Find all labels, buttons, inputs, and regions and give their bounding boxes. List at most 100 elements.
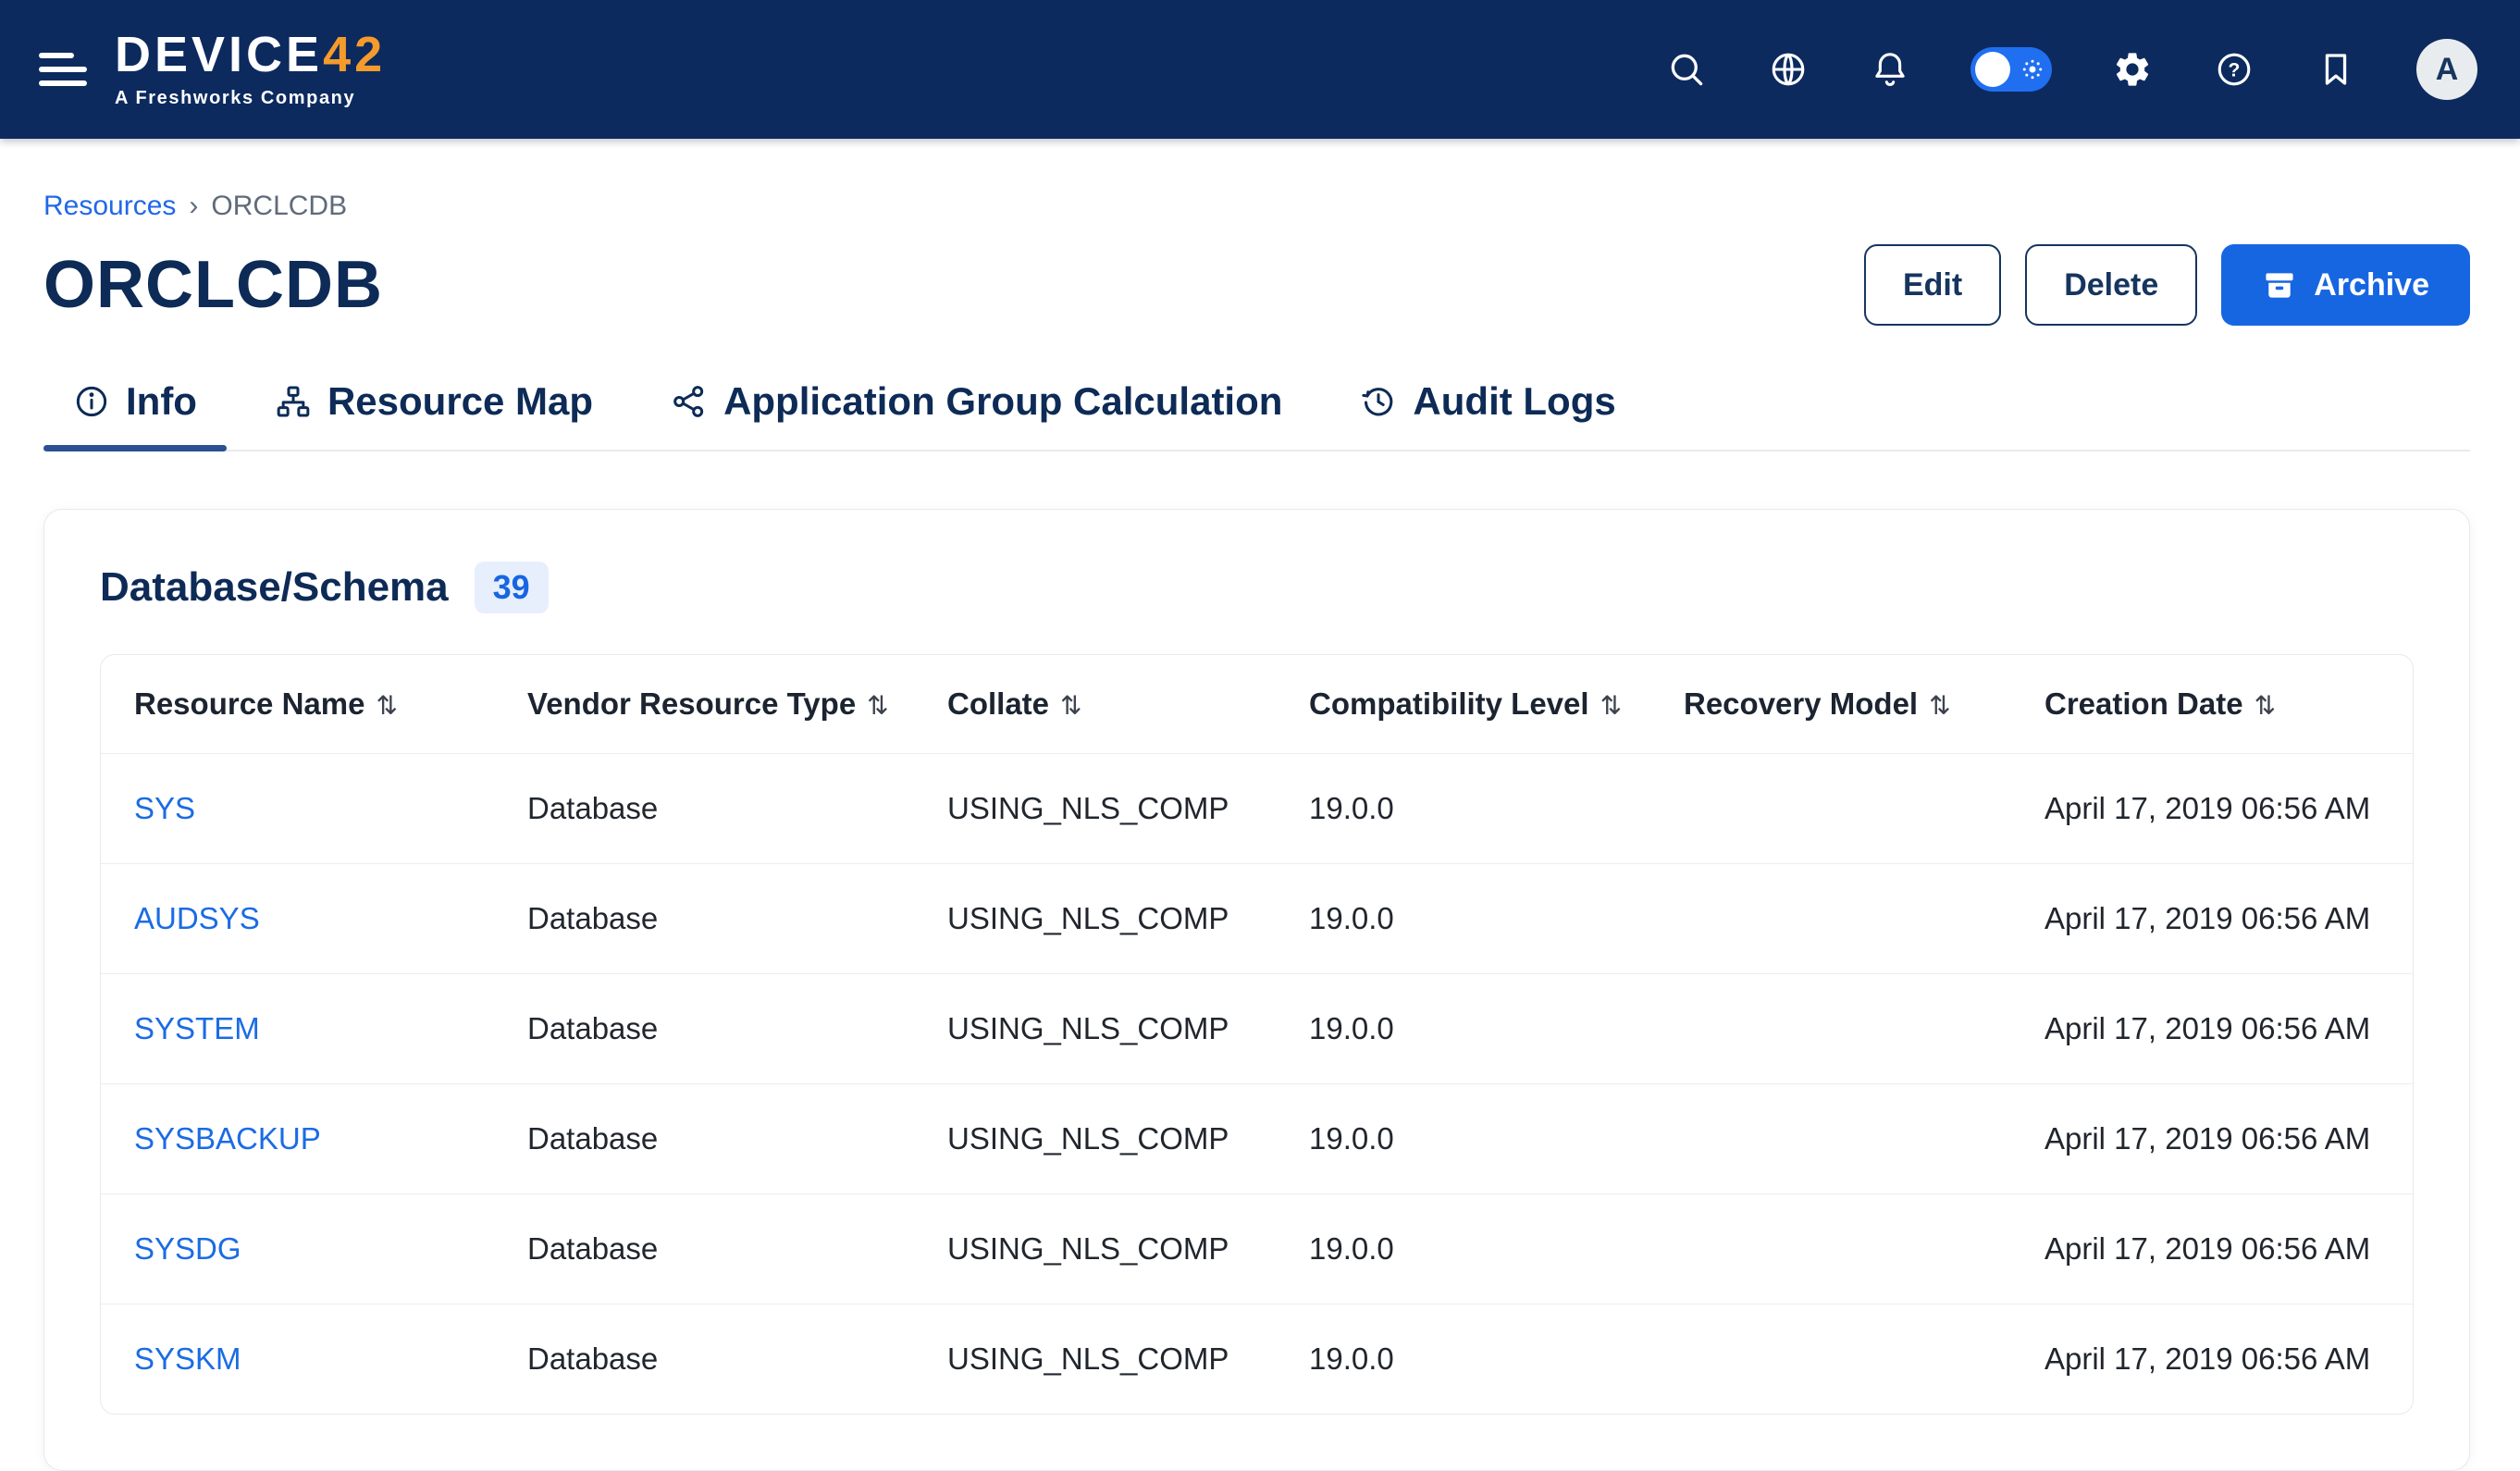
breadcrumb-current: ORCLCDB	[211, 191, 347, 222]
table-cell: USING_NLS_COMP	[914, 863, 1276, 973]
column-label: Collate	[947, 686, 1049, 721]
tab-info-label: Info	[126, 379, 197, 424]
sort-icon[interactable]: ⇅	[376, 691, 397, 720]
column-header[interactable]: Creation Date⇅	[2011, 655, 2413, 754]
cell-resource-name: SYSDG	[101, 1193, 494, 1304]
table-row: SYSBACKUPDatabaseUSING_NLS_COMP19.0.0Apr…	[101, 1083, 2413, 1193]
edit-button[interactable]: Edit	[1864, 244, 2001, 326]
tab-audit-logs[interactable]: Audit Logs	[1330, 379, 1645, 450]
help-icon[interactable]: ?	[2213, 48, 2255, 91]
table-row: SYSKM DatabaseUSING_NLS_COMP19.0.0 April 1…	[101, 1304, 2413, 1414]
table-row: SYSDG DatabaseUSING_NLS_COMP19.0.0 April 1…	[101, 1193, 2413, 1304]
table-cell: USING_NLS_COMP	[914, 973, 1276, 1083]
brand-logo[interactable]: DEVICE42 A Freshworks Company	[115, 30, 386, 109]
table-cell: April 17, 2019 06:56 AM	[2011, 1304, 2413, 1414]
column-header[interactable]: Resource Name ⇅	[101, 655, 494, 754]
resource-link[interactable]: SYS	[134, 791, 195, 825]
sort-icon[interactable]: ⇅	[1929, 691, 1950, 720]
bookmark-icon[interactable]	[2315, 48, 2357, 91]
breadcrumb: Resources › ORCLCDB	[43, 191, 2470, 222]
page-actions: Edit Delete Archive	[1864, 244, 2470, 326]
brand-subtitle: A Freshworks Company	[115, 88, 386, 109]
archive-icon	[2262, 267, 2297, 303]
table-cell: April 17, 2019 06:56 AM	[2011, 753, 2413, 863]
tab-resource-map[interactable]: Resource Map	[245, 379, 623, 450]
resource-link[interactable]: SYSTEM	[134, 1011, 260, 1045]
count-badge: 39	[475, 562, 549, 613]
delete-button[interactable]: Delete	[2025, 244, 2197, 326]
history-icon	[1360, 383, 1397, 420]
table-cell	[1650, 753, 2011, 863]
table-body: SYSDatabaseUSING_NLS_COMP19.0.0April 17,…	[101, 753, 2413, 1414]
cell-resource-name: SYSTEM	[101, 973, 494, 1083]
table-cell: April 17, 2019 06:56 AM	[2011, 863, 2413, 973]
search-icon[interactable]	[1665, 48, 1708, 91]
column-label: Resource Name	[134, 686, 364, 721]
table-cell: April 17, 2019 06:56 AM	[2011, 973, 2413, 1083]
column-label: Recovery Model	[1684, 686, 1918, 721]
brand-text: DEVICE	[115, 27, 323, 82]
resource-table: Resource Name⇅Vendor Resource Type⇅Colla…	[101, 655, 2413, 1414]
page-title: ORCLCDB	[43, 247, 383, 323]
table-cell: USING_NLS_COMP	[914, 1304, 1276, 1414]
column-header[interactable]: Vendor Resource Type ⇅	[494, 655, 914, 754]
section-header: Database/Schema 39	[100, 562, 2414, 613]
section-title: Database/Schema	[100, 564, 449, 611]
table-cell: Database	[494, 1193, 914, 1304]
column-header[interactable]: Recovery Model ⇅	[1650, 655, 2011, 754]
topbar-actions: ? A	[1665, 39, 2477, 100]
table-cell: 19.0.0	[1276, 863, 1650, 973]
resource-link[interactable]: SYSDG	[134, 1231, 241, 1266]
sitemap-icon	[275, 383, 312, 420]
resource-link[interactable]: AUDSYS	[134, 901, 260, 935]
table-cell: USING_NLS_COMP	[914, 1083, 1276, 1193]
column-header[interactable]: Compatibility Level⇅	[1276, 655, 1650, 754]
table-cell: 19.0.0	[1276, 753, 1650, 863]
table-cell	[1650, 863, 2011, 973]
resource-link[interactable]: SYSBACKUP	[134, 1121, 321, 1156]
cell-resource-name: AUDSYS	[101, 863, 494, 973]
table-row: SYS DatabaseUSING_NLS_COMP19.0.0 April 17,…	[101, 753, 2413, 863]
tab-info[interactable]: Info	[43, 379, 227, 450]
table-cell: 19.0.0	[1276, 1304, 1650, 1414]
tab-application-group-calculation[interactable]: Application Group Calculation	[641, 379, 1312, 450]
sort-icon[interactable]: ⇅	[1600, 691, 1622, 720]
table-cell: April 17, 2019 06:56 AM	[2011, 1083, 2413, 1193]
sort-icon[interactable]: ⇅	[2254, 691, 2276, 720]
table-cell	[1650, 1083, 2011, 1193]
globe-icon[interactable]	[1767, 48, 1810, 91]
breadcrumb-resources-link[interactable]: Resources	[43, 191, 176, 222]
table-header-row: Resource Name⇅Vendor Resource Type⇅Colla…	[101, 655, 2413, 754]
tab-audit-logs-label: Audit Logs	[1413, 379, 1615, 424]
table-cell: Database	[494, 1304, 914, 1414]
app-group-icon	[671, 383, 708, 420]
table-cell: 19.0.0	[1276, 1083, 1650, 1193]
bell-icon[interactable]	[1869, 48, 1911, 91]
brand-accent-text: 42	[323, 27, 386, 82]
tab-application-group-calculation-label: Application Group Calculation	[723, 379, 1282, 424]
top-navigation-bar: DEVICE42 A Freshworks Company	[0, 0, 2520, 139]
table-row: SYSTEMDatabaseUSING_NLS_COMP19.0.0April …	[101, 973, 2413, 1083]
gear-icon[interactable]	[2111, 48, 2154, 91]
archive-button[interactable]: Archive	[2221, 244, 2470, 326]
sort-icon[interactable]: ⇅	[867, 691, 888, 720]
column-header[interactable]: Collate ⇅	[914, 655, 1276, 754]
table-cell: Database	[494, 753, 914, 863]
table-cell: April 17, 2019 06:56 AM	[2011, 1193, 2413, 1304]
theme-toggle[interactable]	[1970, 47, 2052, 92]
user-avatar[interactable]: A	[2416, 39, 2477, 100]
table-cell: 19.0.0	[1276, 1193, 1650, 1304]
menu-icon[interactable]	[39, 53, 87, 86]
database-schema-card: Database/Schema 39 Resource Name⇅Vendor …	[43, 509, 2470, 1471]
table-cell	[1650, 1193, 2011, 1304]
table-cell: USING_NLS_COMP	[914, 1193, 1276, 1304]
cell-resource-name: SYSKM	[101, 1304, 494, 1414]
column-label: Vendor Resource Type	[527, 686, 856, 721]
main-content: Resources › ORCLCDB ORCLCDB Edit Delete …	[0, 191, 2520, 1471]
table-cell	[1650, 973, 2011, 1083]
tab-resource-map-label: Resource Map	[327, 379, 593, 424]
table-cell: USING_NLS_COMP	[914, 753, 1276, 863]
breadcrumb-separator: ›	[189, 191, 198, 222]
sort-icon[interactable]: ⇅	[1060, 691, 1081, 720]
resource-link[interactable]: SYSKM	[134, 1341, 241, 1376]
